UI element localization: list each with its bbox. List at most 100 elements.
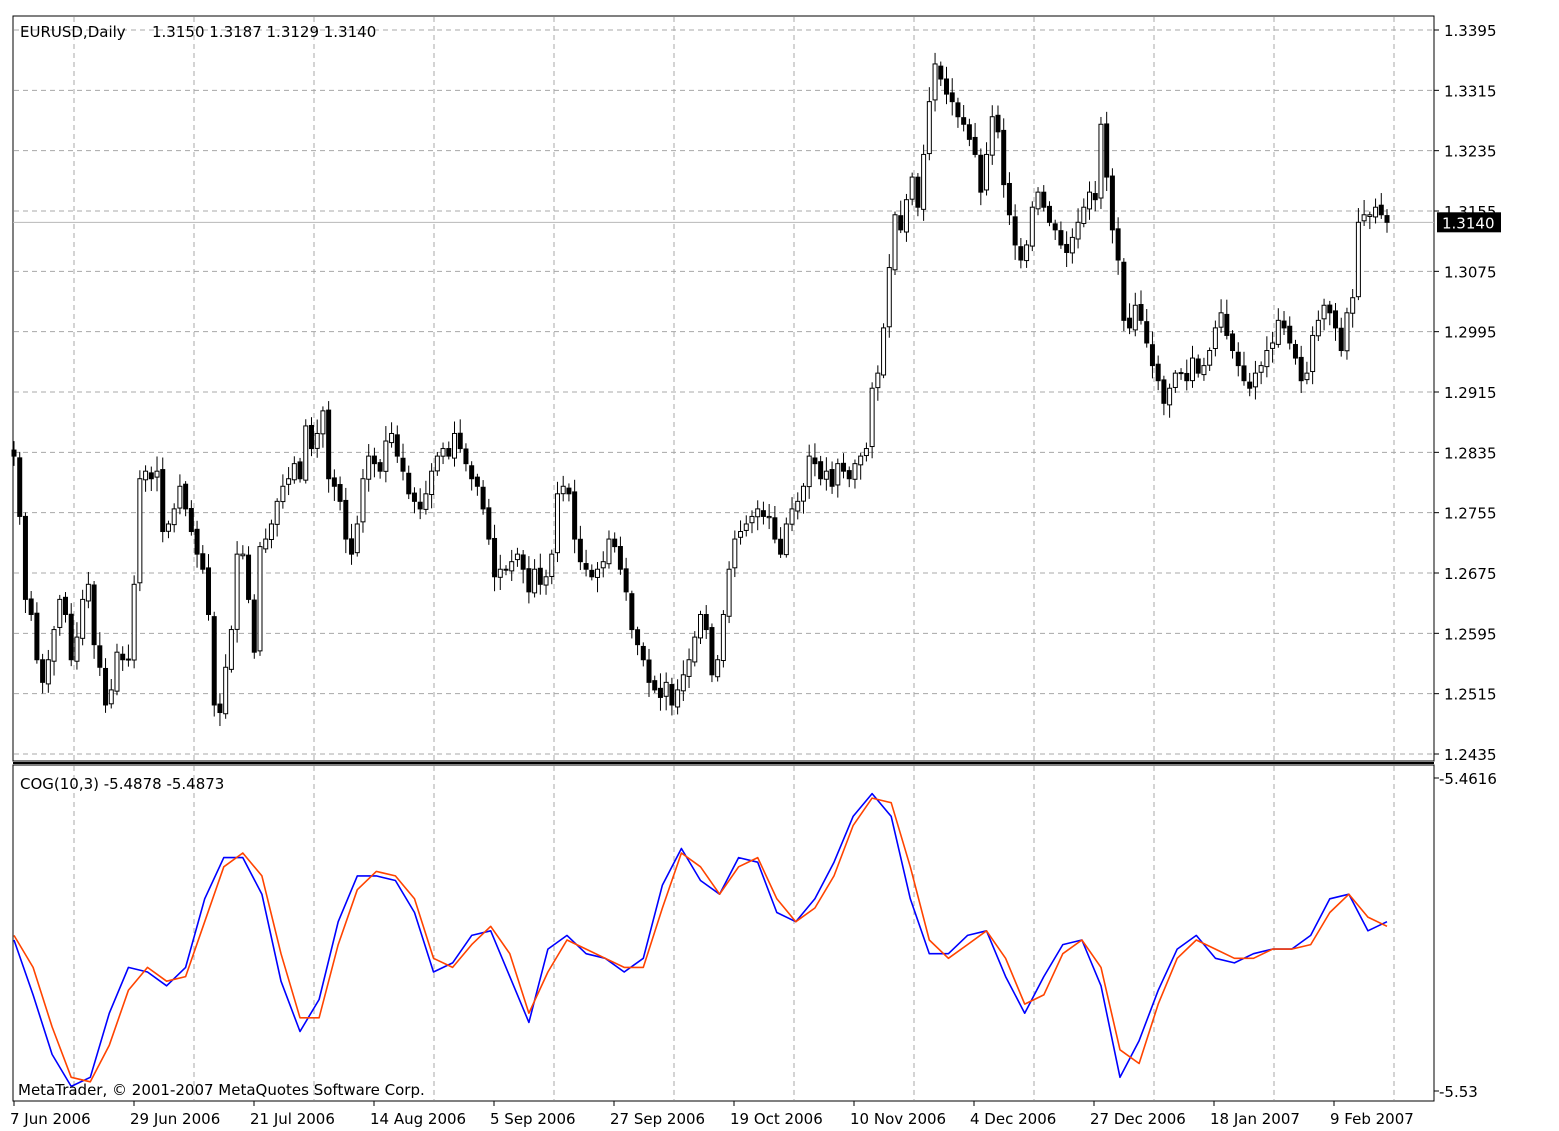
candle-bear xyxy=(1155,363,1161,382)
candle-bull xyxy=(1350,297,1356,314)
candle-bull xyxy=(783,523,789,556)
candle-bear xyxy=(1012,216,1018,246)
time-tick-label: 27 Sep 2006 xyxy=(610,1110,705,1128)
candle-bull xyxy=(280,485,286,503)
candle-bull xyxy=(268,523,274,540)
candle-bear xyxy=(583,563,589,570)
candle-bear xyxy=(1001,129,1007,186)
candle-bull xyxy=(234,553,240,630)
candle-bear xyxy=(1058,230,1064,246)
candle-bull xyxy=(881,327,887,376)
candle-bear xyxy=(400,457,406,472)
candle-bull xyxy=(1024,244,1030,262)
candle-bull xyxy=(800,485,806,502)
candle-bull xyxy=(80,598,86,639)
time-tick-label: 10 Nov 2006 xyxy=(850,1110,946,1128)
candle-bull xyxy=(360,478,366,523)
candle-bear xyxy=(217,703,223,714)
candle-bear xyxy=(572,491,578,540)
candle-bear xyxy=(200,553,206,570)
candle-bull xyxy=(452,432,458,459)
candle-bull xyxy=(223,666,229,715)
candle-bull xyxy=(303,425,309,481)
indicator-title: COG(10,3) -5.4878 -5.4873 xyxy=(20,775,224,793)
candle-bear xyxy=(17,457,23,517)
candle-bear xyxy=(377,462,383,472)
candle-bull xyxy=(1264,350,1270,368)
cog-series-line xyxy=(13,797,1388,1083)
candle-bear xyxy=(1378,204,1384,216)
candle-bull xyxy=(1081,206,1087,224)
ohlc-values: 1.3150 1.3187 1.3129 1.3140 xyxy=(152,23,376,41)
candle-bull xyxy=(1035,191,1041,210)
price-tick-label: 1.3395 xyxy=(1444,22,1497,40)
candle-bear xyxy=(371,455,377,465)
candle-bull xyxy=(1361,214,1367,222)
candle-bull xyxy=(1310,334,1316,373)
candle-bull xyxy=(886,267,892,328)
time-tick-label: 18 Jan 2007 xyxy=(1210,1110,1300,1128)
price-tick-label: 1.3075 xyxy=(1444,263,1497,281)
candle-bull xyxy=(51,629,57,662)
candle-bear xyxy=(188,508,194,533)
chart-title: EURUSD,Daily 1.3150 1.3187 1.3129 1.3140 xyxy=(20,23,376,41)
candle-bull xyxy=(1172,372,1178,388)
candle-bear xyxy=(463,448,469,465)
candle-bull xyxy=(732,538,738,569)
candle-bull xyxy=(606,538,612,565)
candle-bear xyxy=(28,598,34,615)
candle-bear xyxy=(349,538,355,555)
candle-bear xyxy=(1195,358,1201,374)
candle-bear xyxy=(1104,123,1110,178)
copyright-text: MetaTrader, © 2001-2007 MetaQuotes Softw… xyxy=(18,1081,425,1099)
symbol-title: EURUSD,Daily xyxy=(20,23,126,41)
candle-bull xyxy=(909,176,915,200)
candle-bull xyxy=(1218,312,1224,328)
candle-bull xyxy=(509,561,515,572)
candle-bull xyxy=(755,508,761,518)
candle-bear xyxy=(915,176,921,208)
candle-bear xyxy=(955,102,961,118)
candle-bull xyxy=(165,523,171,532)
candle-bear xyxy=(1115,228,1121,261)
candle-bear xyxy=(1161,379,1167,404)
candle-bear xyxy=(1281,320,1287,329)
cog-indicator-lines xyxy=(13,792,1388,1088)
candle-bull xyxy=(743,523,749,531)
cog-axis: -5.4616 -5.53 xyxy=(1434,770,1497,1101)
candle-bear xyxy=(657,687,663,698)
candle-bull xyxy=(263,538,269,550)
price-axis: 1.33951.33151.32351.31551.30751.29951.29… xyxy=(1434,22,1497,764)
candle-bear xyxy=(1121,261,1127,321)
last-price-label: 1.3140 xyxy=(1442,214,1495,232)
candle-bull xyxy=(320,410,326,435)
candle-bear xyxy=(972,136,978,155)
candle-bull xyxy=(600,561,606,569)
candle-bull xyxy=(858,455,864,466)
candle-bull xyxy=(240,553,246,557)
candle-bear xyxy=(40,659,46,683)
candle-bear xyxy=(251,599,257,653)
candle-bear xyxy=(68,613,74,661)
time-axis: 7 Jun 2006 29 Jun 2006 21 Jul 2006 14 Aug 2… xyxy=(10,1101,1414,1128)
candle-bull xyxy=(738,531,744,538)
candle-bear xyxy=(537,567,543,585)
candle-bull xyxy=(789,508,795,525)
time-tick-label: 19 Oct 2006 xyxy=(730,1110,823,1128)
indicator-pane[interactable] xyxy=(12,764,1435,1102)
candle-bear xyxy=(1292,344,1298,359)
candle-bull xyxy=(503,568,509,571)
candle-bull xyxy=(932,63,938,101)
candle-bear xyxy=(326,409,332,480)
candle-bear xyxy=(246,554,252,600)
candle-bull xyxy=(114,651,120,692)
candle-bear xyxy=(486,507,492,540)
candle-bull xyxy=(663,681,669,697)
candle-bear xyxy=(1178,372,1184,375)
candle-bear xyxy=(1149,344,1155,367)
candle-bear xyxy=(709,627,715,676)
candle-bull xyxy=(1201,365,1207,376)
candle-bear xyxy=(457,432,463,450)
candle-bear xyxy=(1298,356,1304,382)
time-tick-label: 9 Feb 2007 xyxy=(1330,1110,1414,1128)
